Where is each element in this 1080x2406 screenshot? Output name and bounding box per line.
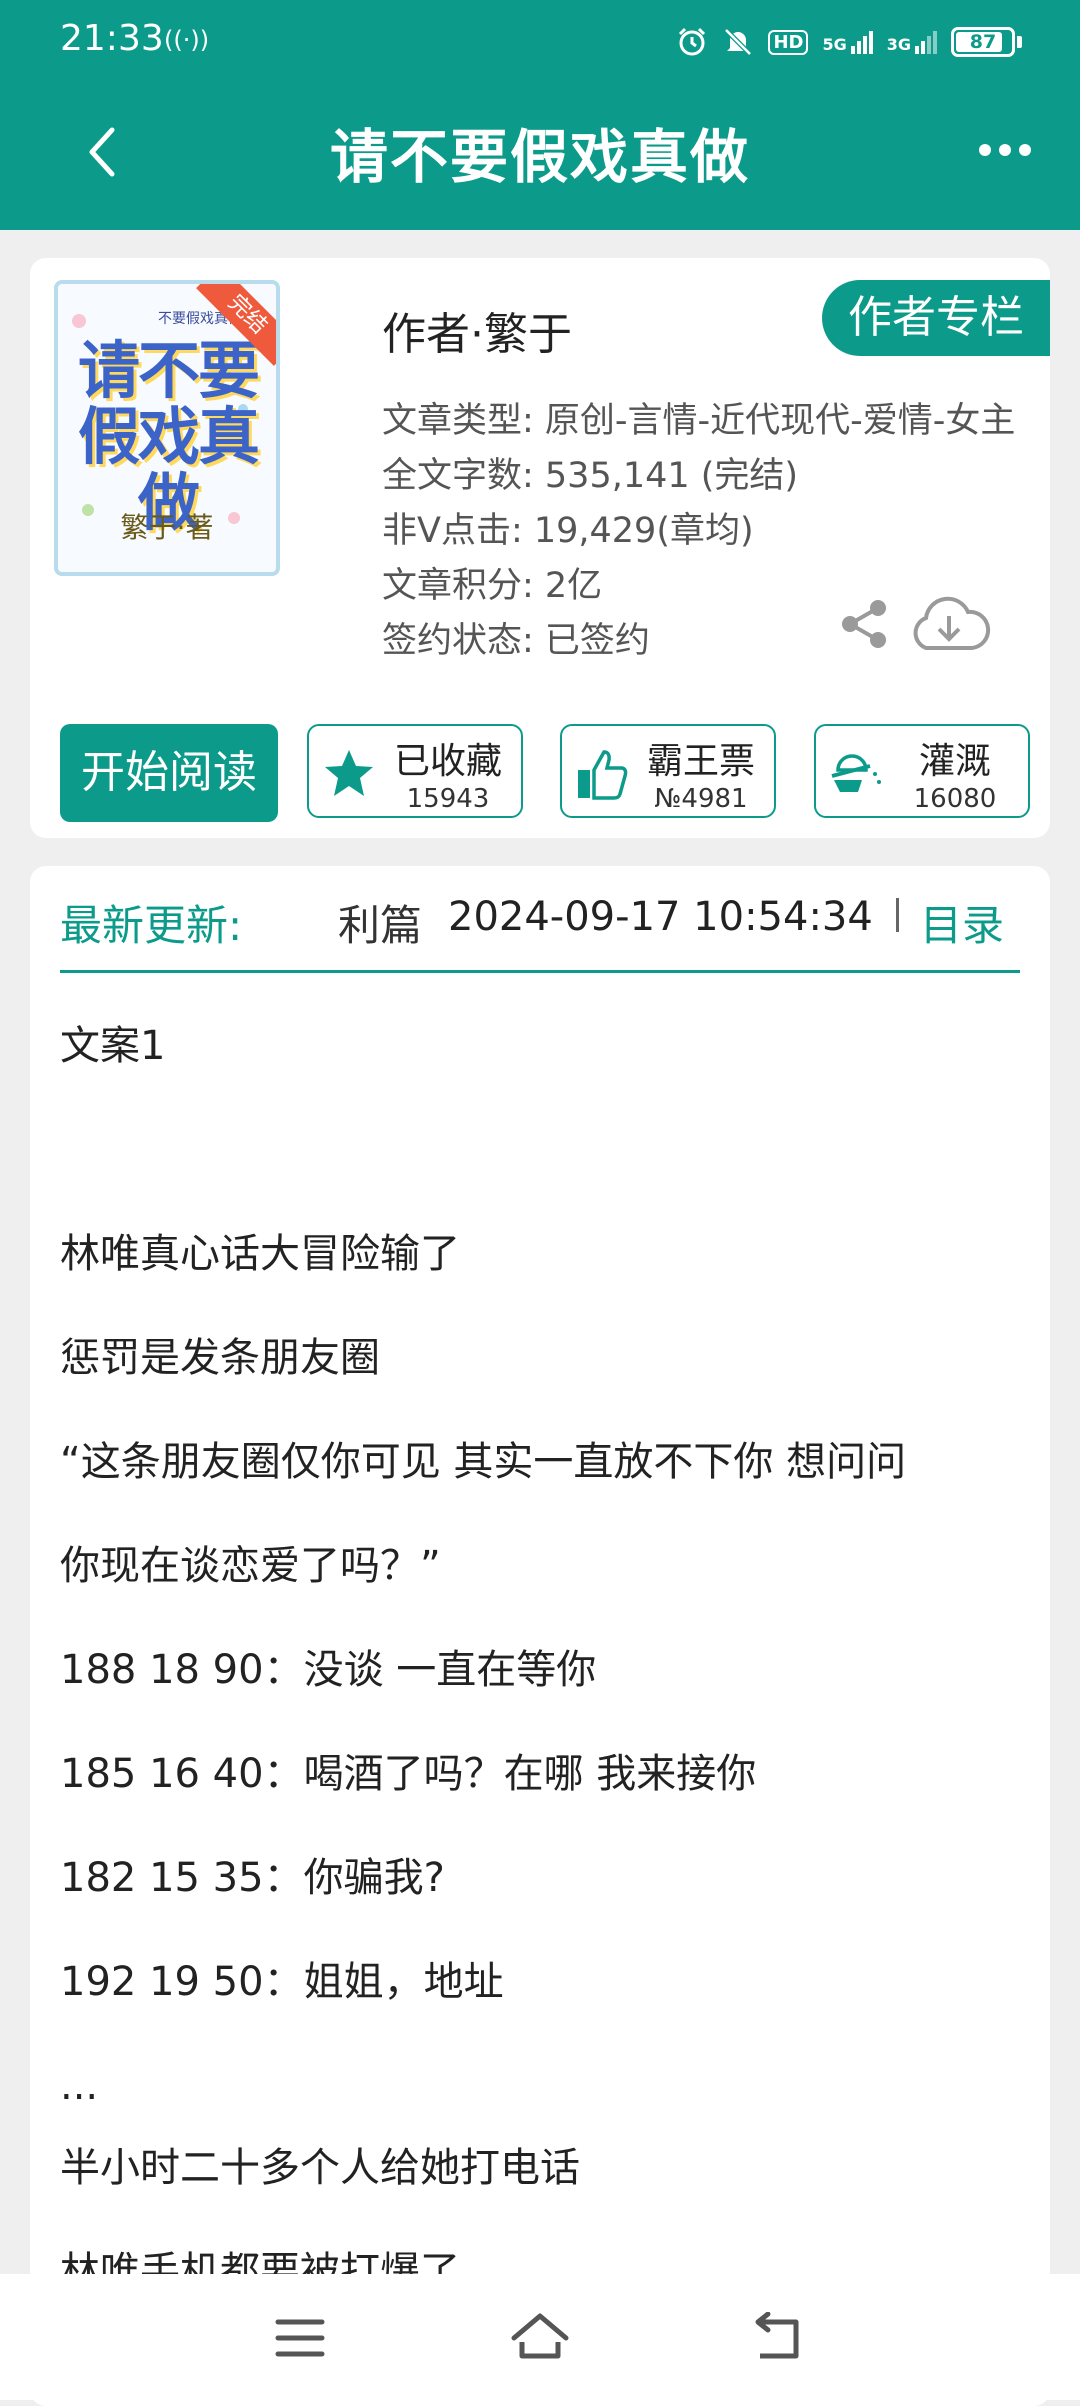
latest-update-bar[interactable]: 最新更新: 利篇 2024-09-17 10:54:34 目录: [60, 866, 1020, 973]
ticket-label: 霸王票: [646, 741, 755, 782]
author-name[interactable]: 作者·繁于: [382, 298, 572, 362]
hd-icon: HD: [768, 29, 809, 55]
status-icons: HD 5G 3G 87: [676, 20, 1022, 64]
favorite-label: 已收藏: [393, 741, 502, 782]
action-buttons: 开始阅读 已收藏 15943 霸王票 №4981 灌溉 16080: [60, 724, 1030, 822]
share-icon[interactable]: [836, 596, 892, 652]
system-nav-bar: [0, 2274, 1080, 2400]
synopsis-line: 半小时二十多个人给她打电话: [60, 2145, 580, 2191]
synopsis-line: 惩罚是发条朋友圈: [60, 1335, 380, 1381]
latest-update-label: 最新更新:: [60, 901, 243, 950]
battery-icon: 87: [951, 27, 1015, 57]
latest-update-time: 2024-09-17 10:54:34: [448, 894, 873, 940]
alarm-icon: [679, 27, 706, 56]
favorite-button[interactable]: 已收藏 15943: [307, 724, 523, 818]
battery-percent: 87: [969, 31, 997, 53]
star-icon: [325, 750, 373, 796]
synopsis-line: 188 18 90：没谈 一直在等你: [60, 1647, 597, 1693]
divider: [896, 898, 899, 932]
info-word-count: 全文字数: 535,141 (完结): [382, 456, 799, 496]
irrigate-label: 灌溉: [918, 741, 991, 782]
5g-label: 5G: [822, 34, 847, 54]
cover-decoration: [72, 314, 86, 328]
app-header: 21:33 ((·)) HD 5G 3G 87 请不要假戏真做: [0, 0, 1080, 230]
back-arrow-icon: [755, 2311, 799, 2359]
synopsis-line: 192 19 50：姐姐，地址: [60, 1959, 504, 2005]
signal-broadcast-icon: ((·)): [164, 26, 210, 54]
synopsis-line: 185 16 40：喝酒了吗？在哪 我来接你: [60, 1751, 757, 1797]
start-reading-button[interactable]: 开始阅读: [60, 724, 278, 822]
more-dots-icon: [979, 144, 991, 156]
3g-signal-icon: 3G: [886, 30, 937, 54]
page-title: 请不要假戏真做: [329, 123, 750, 191]
synopsis-line: 182 15 35：你骗我?: [60, 1855, 445, 1901]
book-cover[interactable]: 不要假戏真做 请不要假戏真做 繁于·著 完结: [54, 280, 280, 576]
battery-tip: [1017, 36, 1022, 48]
author-column-button[interactable]: 作者专栏: [822, 280, 1050, 356]
status-time: 21:33: [60, 18, 164, 59]
home-icon: [511, 2313, 569, 2359]
synopsis-line: “这条朋友圈仅你可见 其实一直放不下你 想问问: [60, 1439, 907, 1485]
synopsis-line: 林唯真心话大冒险输了: [60, 1231, 460, 1277]
mute-icon: [724, 28, 753, 56]
menu-button[interactable]: [270, 2312, 330, 2364]
latest-chapter-title[interactable]: 利篇: [338, 892, 422, 953]
table-of-contents-link[interactable]: 目录: [920, 892, 1004, 953]
synopsis-line: ...: [60, 2063, 99, 2109]
favorite-count: 15943: [406, 784, 490, 814]
thumbs-up-icon: [578, 750, 628, 800]
cloud-download-icon[interactable]: [906, 594, 992, 654]
irrigate-button[interactable]: 灌溉 16080: [814, 724, 1030, 818]
synopsis-line: [60, 1120, 1020, 1224]
system-back-button[interactable]: [750, 2311, 810, 2364]
5g-signal-icon: 5G: [822, 30, 873, 54]
book-synopsis: 文案1 林唯真心话大冒险输了 惩罚是发条朋友圈 “这条朋友圈仅你可见 其实一直放…: [60, 1016, 1020, 2346]
chevron-left-icon: [89, 127, 115, 177]
synopsis-line: 你现在谈恋爱了吗？”: [60, 1543, 441, 1589]
irrigate-count: 16080: [913, 784, 997, 814]
cover-author: 繁于·著: [120, 511, 214, 544]
ticket-count: №4981: [654, 784, 748, 814]
info-type: 文章类型: 原创-言情-近代现代-爱情-女主: [382, 401, 1016, 441]
home-button[interactable]: [510, 2312, 570, 2364]
synopsis-line: 文案1: [60, 1023, 166, 1069]
3g-label: 3G: [886, 34, 911, 54]
back-button[interactable]: [74, 122, 134, 182]
info-clicks: 非Ⅴ点击: 19,429(章均): [382, 511, 754, 551]
bawang-ticket-button[interactable]: 霸王票 №4981: [560, 724, 776, 818]
content-card: 最新更新: 利篇 2024-09-17 10:54:34 目录 文案1 林唯真心…: [30, 866, 1050, 2406]
more-options-button[interactable]: [970, 130, 1040, 170]
menu-icon: [275, 2319, 325, 2357]
watering-can-icon: [831, 754, 881, 792]
book-info-card: 不要假戏真做 请不要假戏真做 繁于·著 完结 作者·繁于 作者专栏 文章类型: …: [30, 258, 1050, 838]
